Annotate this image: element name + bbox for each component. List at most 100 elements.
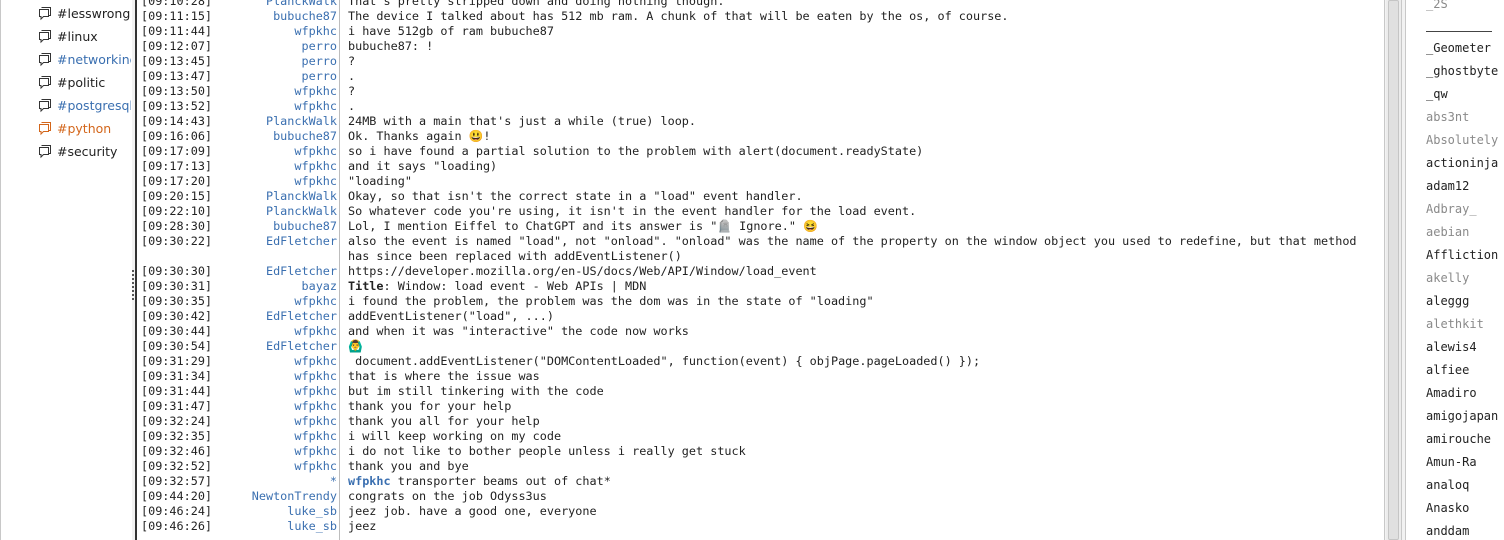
chat-message: [09:13:45] perro? xyxy=(137,54,1384,69)
user-list-item[interactable]: _2S xyxy=(1426,0,1504,14)
channel-item[interactable]: #python xyxy=(37,119,131,139)
user-list-item[interactable]: Anasko xyxy=(1426,498,1504,518)
message-nick[interactable]: PlanckWalk xyxy=(215,204,343,219)
message-nick[interactable]: EdFletcher xyxy=(215,309,343,324)
message-nick[interactable]: wfpkhc xyxy=(215,99,343,114)
user-list-item[interactable]: Amadiro xyxy=(1426,383,1504,403)
message-text: That's pretty stripped down and doing no… xyxy=(343,0,1384,9)
channel-item[interactable]: #networking xyxy=(37,50,131,70)
message-nick[interactable]: perro xyxy=(215,69,343,84)
message-timestamp: [09:13:47] xyxy=(141,69,213,83)
message-text: jeez job. have a good one, everyone xyxy=(343,504,1384,519)
message-text: document.addEventListener("DOMContentLoa… xyxy=(343,354,1384,369)
message-nick[interactable]: luke_sb xyxy=(215,504,343,519)
message-text: i have 512gb of ram bubuche87 xyxy=(343,24,1384,39)
user-list-item[interactable]: Affliction xyxy=(1426,245,1504,265)
user-list-item[interactable]: amirouche xyxy=(1426,429,1504,449)
message-nick[interactable]: PlanckWalk xyxy=(215,114,343,129)
chat-message: [09:32:24] wfpkhc thank you all for your h… xyxy=(137,414,1384,429)
message-body: jeez job. have a good one, everyone xyxy=(348,504,597,518)
message-nick[interactable]: wfpkhc xyxy=(215,159,343,174)
message-nick[interactable]: wfpkhc xyxy=(215,324,343,339)
user-list-item[interactable]: akelly xyxy=(1426,268,1504,288)
message-nick[interactable]: wfpkhc xyxy=(215,459,343,474)
user-list-item[interactable]: _ghostbyte xyxy=(1426,61,1504,81)
message-nick[interactable]: PlanckWalk xyxy=(215,189,343,204)
user-list-item[interactable]: anddam xyxy=(1426,521,1504,540)
message-nick[interactable]: perro xyxy=(215,39,343,54)
channel-item[interactable]: #linux xyxy=(37,27,131,47)
message-nick[interactable]: luke_sb xyxy=(215,519,343,534)
message-nick[interactable]: EdFletcher xyxy=(215,339,343,354)
message-nick[interactable]: wfpkhc xyxy=(215,384,343,399)
channel-item[interactable]: #postgresql xyxy=(37,96,131,116)
user-list-item[interactable]: actioninja xyxy=(1426,153,1504,173)
message-body: 🙆‍♂️ xyxy=(348,339,363,353)
message-nick[interactable]: wfpkhc xyxy=(215,24,343,39)
message-nick[interactable]: wfpkhc xyxy=(215,369,343,384)
user-list-item[interactable]: adam12 xyxy=(1426,176,1504,196)
user-list-item[interactable]: analoq xyxy=(1426,475,1504,495)
user-list-item[interactable]: _qw xyxy=(1426,84,1504,104)
user-list-item[interactable]: abs3nt xyxy=(1426,107,1504,127)
action-nick[interactable]: wfpkhc xyxy=(348,474,391,488)
chat-message: [09:30:54] EdFletcher 🙆‍♂️ xyxy=(137,339,1384,354)
channel-item[interactable]: #lesswrong xyxy=(37,4,131,24)
chat-message: [09:31:34] wfpkhc that is where the issue … xyxy=(137,369,1384,384)
message-text: but im still tinkering with the code xyxy=(343,384,1384,399)
message-nick[interactable]: wfpkhc xyxy=(215,429,343,444)
message-nick[interactable]: NewtonTrendy xyxy=(215,489,343,504)
chat-scrollbar[interactable] xyxy=(1386,0,1402,540)
message-nick[interactable]: bubuche87 xyxy=(215,129,343,144)
message-nick[interactable]: wfpkhc xyxy=(215,444,343,459)
user-list-item[interactable]: alfiee xyxy=(1426,360,1504,380)
user-list-item[interactable]: _Geometer xyxy=(1426,38,1504,58)
chat-message: [09:16:06] bubuche87 Ok. Thanks again 😃! xyxy=(137,129,1384,144)
message-text: also the event is named "load", not "onl… xyxy=(343,234,1384,264)
message-nick[interactable]: wfpkhc xyxy=(215,294,343,309)
channel-label: #networking xyxy=(57,52,131,67)
message-nick[interactable]: wfpkhc xyxy=(215,144,343,159)
message-nick[interactable]: EdFletcher xyxy=(215,264,343,279)
message-timestamp: [09:13:52] xyxy=(141,99,213,113)
user-list-item[interactable]: Absolutely xyxy=(1426,130,1504,150)
message-body: but im still tinkering with the code xyxy=(348,384,604,398)
message-nick[interactable]: wfpkhc xyxy=(215,414,343,429)
user-list-item[interactable]: alewis4 xyxy=(1426,337,1504,357)
message-timestamp: [09:32:46] xyxy=(141,444,213,458)
message-nick[interactable]: * xyxy=(215,474,343,489)
message-body: so i have found a partial solution to th… xyxy=(348,144,924,158)
message-timestamp: [09:11:15] xyxy=(141,9,213,23)
message-nick[interactable]: bayaz xyxy=(215,279,343,294)
message-text: . xyxy=(343,69,1384,84)
message-nick[interactable]: perro xyxy=(215,54,343,69)
message-timestamp: [09:30:35] xyxy=(141,294,213,308)
message-nick[interactable]: wfpkhc xyxy=(215,174,343,189)
message-nick[interactable]: bubuche87 xyxy=(215,219,343,234)
message-nick[interactable]: PlanckWalk xyxy=(215,0,343,9)
channel-label: #politic xyxy=(57,75,106,90)
channel-pane-resize-handle[interactable] xyxy=(132,270,134,300)
message-nick[interactable]: wfpkhc xyxy=(215,354,343,369)
chat-message: [09:30:35] wfpkhc i found the problem, the… xyxy=(137,294,1384,309)
message-body: The device I talked about has 512 mb ram… xyxy=(348,9,1009,23)
user-list-item[interactable]: Amun-Ra xyxy=(1426,452,1504,472)
user-list-item[interactable]: aleggg xyxy=(1426,291,1504,311)
message-body: Okay, so that isn't the correct state in… xyxy=(348,189,803,203)
message-timestamp: [09:17:13] xyxy=(141,159,213,173)
user-list-item[interactable]: alethkit xyxy=(1426,314,1504,334)
user-list-item[interactable]: Adbray_ xyxy=(1426,199,1504,219)
channel-item[interactable]: #politic xyxy=(37,73,131,93)
message-timestamp: [09:30:44] xyxy=(141,324,213,338)
channel-item[interactable]: #security xyxy=(37,142,131,162)
message-text: wfpkhc transporter beams out of chat* xyxy=(343,474,1384,489)
message-nick[interactable]: wfpkhc xyxy=(215,399,343,414)
message-nick[interactable]: bubuche87 xyxy=(215,9,343,24)
chat-scrollbar-thumb[interactable] xyxy=(1388,0,1399,540)
message-nick[interactable]: EdFletcher xyxy=(215,234,343,264)
message-nick[interactable]: wfpkhc xyxy=(215,84,343,99)
user-list-item[interactable]: aebian xyxy=(1426,222,1504,242)
user-list-item[interactable]: amigojapan xyxy=(1426,406,1504,426)
message-text: i do not like to bother people unless i … xyxy=(343,444,1384,459)
chat-bubble-icon xyxy=(37,28,53,44)
